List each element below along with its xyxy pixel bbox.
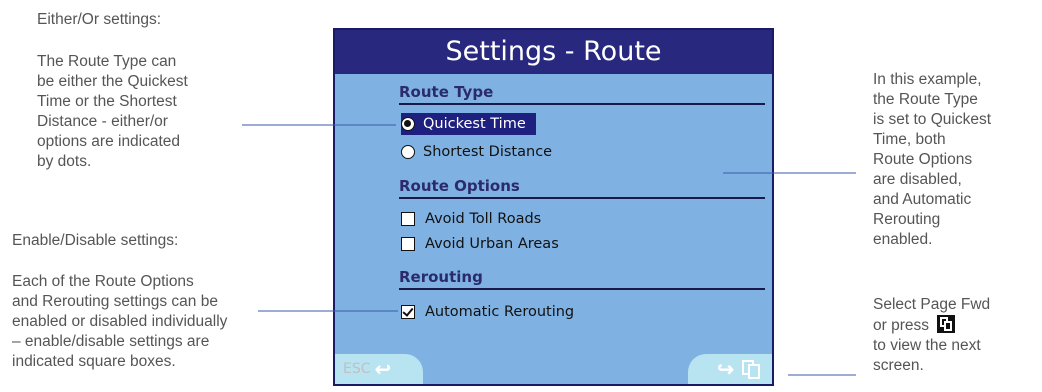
note-line: and Rerouting settings can be <box>12 293 218 310</box>
checkbox-avoid-urban-areas[interactable]: Avoid Urban Areas <box>401 233 559 255</box>
checkbox-unchecked-icon <box>401 237 415 251</box>
radio-unselected-icon <box>401 145 415 159</box>
note-line: Select Page Fwd <box>873 296 991 313</box>
route-type-heading: Route Type <box>399 83 494 101</box>
note-line: and Automatic <box>873 191 972 208</box>
note-line: In this example, <box>873 71 982 88</box>
page-forward-icon <box>742 358 762 380</box>
note-line: by dots. <box>37 153 92 170</box>
page-forward-button[interactable]: ↪ <box>688 354 772 384</box>
enable-disable-heading: Enable/Disable settings: <box>12 232 179 249</box>
checkbox-automatic-rerouting[interactable]: Automatic Rerouting <box>401 301 574 323</box>
note-line: The Route Type can <box>37 53 177 70</box>
note-line: Time or the Shortest <box>37 93 177 110</box>
option-label: Avoid Urban Areas <box>425 236 559 252</box>
note-line: Distance - either/or <box>37 113 168 130</box>
note-line: Time, both <box>873 131 946 148</box>
device-screen: Settings - Route Route Type Quickest Tim… <box>333 28 774 386</box>
option-label: Automatic Rerouting <box>425 304 575 320</box>
note-line: be either the Quickest <box>37 73 188 90</box>
note-line: is set to Quickest <box>873 111 992 128</box>
note-line: Route Options <box>873 151 973 168</box>
note-line: or press <box>873 315 1038 336</box>
forward-arrow-icon: ↪ <box>717 358 734 381</box>
section-divider <box>399 103 765 105</box>
note-line: are disabled, <box>873 171 962 188</box>
checkbox-unchecked-icon <box>401 212 415 226</box>
note-line: Each of the Route Options <box>12 273 194 290</box>
note-line: indicated square boxes. <box>12 353 176 370</box>
note-line: enabled or disabled individually <box>12 313 228 330</box>
section-divider <box>399 197 765 199</box>
note-line: to view the next <box>873 337 981 354</box>
esc-button[interactable]: ESC ↩ <box>335 354 423 384</box>
page-forward-key-icon <box>937 315 956 333</box>
esc-label: ESC <box>343 361 371 377</box>
route-options-heading: Route Options <box>399 177 520 195</box>
note-line: screen. <box>873 357 924 374</box>
checkbox-avoid-toll-roads[interactable]: Avoid Toll Roads <box>401 208 541 230</box>
screen-title: Settings - Route <box>335 30 772 74</box>
note-line: the Route Type <box>873 91 978 108</box>
note-line: Rerouting <box>873 211 941 228</box>
note-line: – enable/disable settings are <box>12 333 210 350</box>
either-or-description: The Route Type can be either the Quickes… <box>37 52 237 172</box>
softkey-bar: ESC ↩ ↪ <box>335 348 772 384</box>
radio-quickest-time[interactable]: Quickest Time <box>401 113 536 135</box>
section-divider <box>399 288 765 290</box>
checkbox-checked-icon <box>401 305 415 319</box>
option-label: Avoid Toll Roads <box>425 211 542 227</box>
page-forward-instructions: Select Page Fwd or press to view the nex… <box>873 295 1038 376</box>
note-line: options are indicated <box>37 133 181 150</box>
option-label: Quickest Time <box>423 116 526 132</box>
example-description: In this example, the Route Type is set t… <box>873 70 1033 250</box>
note-line: enabled. <box>873 231 933 248</box>
return-arrow-icon: ↩ <box>374 357 392 381</box>
either-or-heading: Either/Or settings: <box>37 11 162 28</box>
radio-selected-icon <box>401 117 415 131</box>
option-label: Shortest Distance <box>423 144 553 160</box>
enable-disable-description: Each of the Route Options and Rerouting … <box>12 272 312 372</box>
rerouting-heading: Rerouting <box>399 268 483 286</box>
radio-shortest-distance[interactable]: Shortest Distance <box>401 141 552 163</box>
